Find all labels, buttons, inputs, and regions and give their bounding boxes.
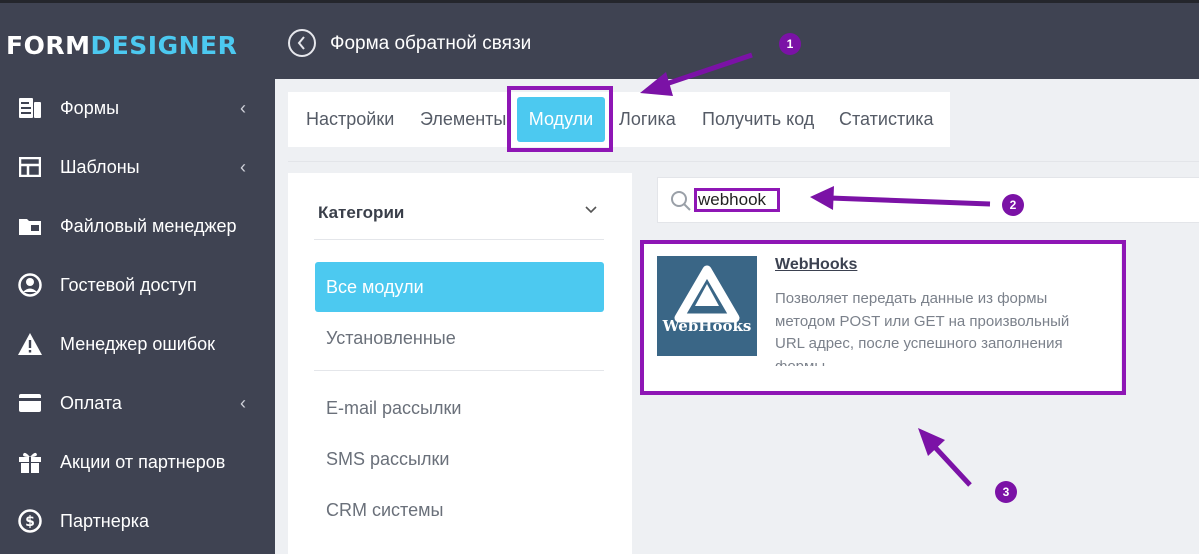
- annotation-arrows: [640, 52, 991, 487]
- annotation-badge-1: 1: [779, 33, 801, 55]
- annotation-badge-2: 2: [1002, 194, 1024, 216]
- annotation-badge-3: 3: [995, 481, 1017, 503]
